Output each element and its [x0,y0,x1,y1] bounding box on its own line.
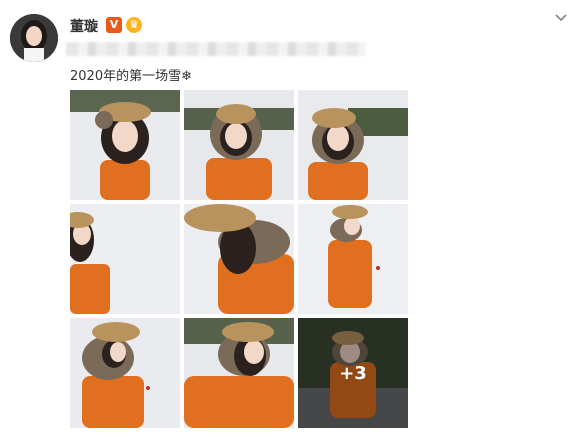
photo-4-image [70,204,180,314]
photo-7-image [70,318,180,428]
verified-badge-icon: V [106,17,122,33]
photo-5[interactable] [184,204,294,314]
photo-2[interactable] [184,90,294,200]
chevron-down-icon[interactable] [554,10,568,24]
photo-8-image [184,318,294,428]
photo-6[interactable] [298,204,408,314]
photo-5-image [184,204,294,314]
photo-6-image [298,204,408,314]
avatar[interactable] [10,14,58,62]
more-photos-count[interactable]: +3 [298,318,408,428]
username[interactable]: 董璇 [70,16,98,36]
photo-8[interactable] [184,318,294,428]
photo-4[interactable] [70,204,180,314]
photo-2-image [184,90,294,200]
photo-3-image [298,90,408,200]
photo-3[interactable] [298,90,408,200]
photo-1-image [70,90,180,200]
fan-crown-icon: ♛ [126,17,142,33]
photo-1[interactable] [70,90,180,200]
avatar-image [10,14,58,62]
post-meta-blurred [66,42,366,56]
photo-7[interactable] [70,318,180,428]
photo-grid: +3 [70,90,409,429]
photo-9[interactable]: +3 [298,318,408,428]
post-text: 2020年的第一场雪❄ [70,69,192,84]
